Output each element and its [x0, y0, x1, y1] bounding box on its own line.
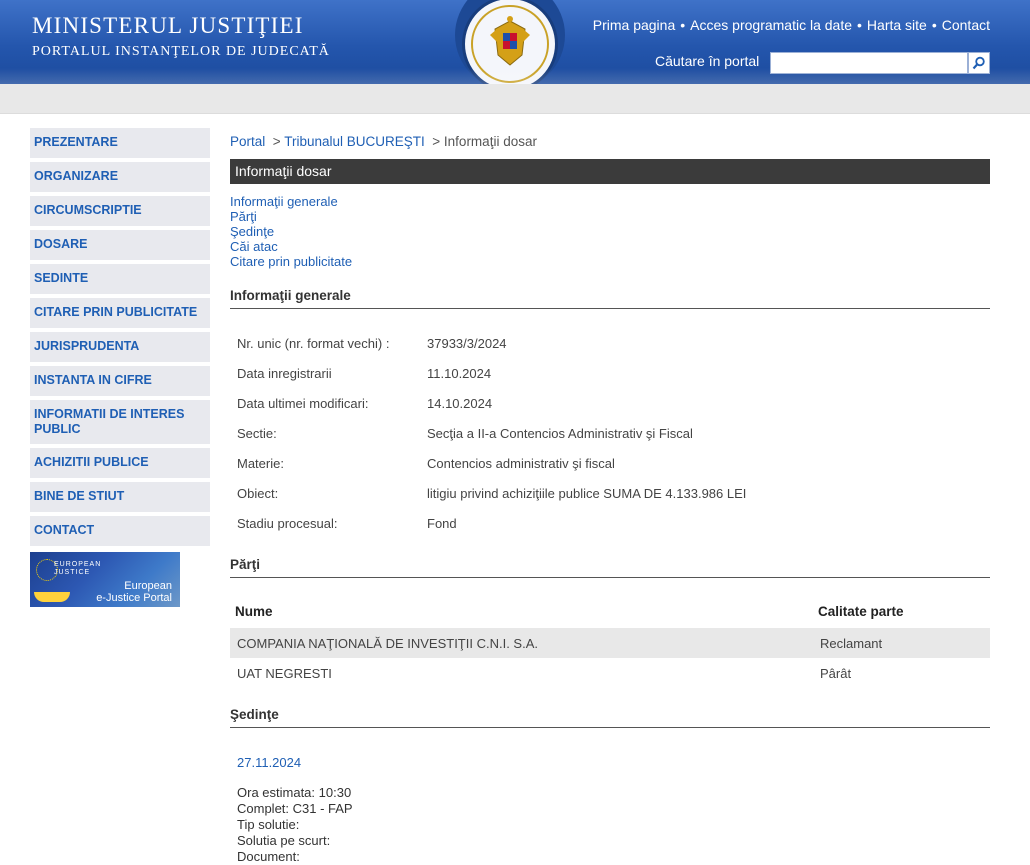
link-parti[interactable]: Părţi	[230, 209, 352, 224]
search-input[interactable]	[770, 52, 968, 74]
sidebar-item-organizare[interactable]: ORGANIZARE	[30, 162, 210, 192]
section-title-sedinte: Şedinţe	[230, 707, 990, 728]
col-header-nume: Nume	[235, 604, 273, 619]
section-links: Informaţii generale Părţi Şedinţe Căi at…	[230, 194, 352, 269]
sidebar-item-dosare[interactable]: DOSARE	[30, 230, 210, 260]
sidebar-item-bine-de-stiut[interactable]: BINE DE STIUT	[30, 482, 210, 512]
sidebar-item-citare[interactable]: CITARE PRIN PUBLICITATE	[30, 298, 210, 328]
nav-harta-site[interactable]: Harta site	[867, 17, 927, 33]
search-button[interactable]	[968, 52, 990, 74]
banner-line1b: JUSTICE	[54, 569, 91, 576]
table-row: COMPANIA NAŢIONALĂ DE INVESTIŢII C.N.I. …	[230, 628, 990, 658]
top-navigation: Prima pagina • Acces programatic la date • H…	[592, 17, 990, 33]
col-header-calitate: Calitate parte	[818, 604, 904, 619]
sidebar-item-prezentare[interactable]: PREZENTARE	[30, 128, 210, 158]
e-justice-banner[interactable]: EUROPEAN JUSTICE European e-Justice Portal	[30, 552, 180, 607]
sidebar-menu: PREZENTARE ORGANIZARE CIRCUMSCRIPTIE DOS…	[30, 128, 210, 550]
nav-contact[interactable]: Contact	[942, 17, 990, 33]
link-cai-atac[interactable]: Căi atac	[230, 239, 352, 254]
search-label: Căutare în portal	[655, 53, 760, 69]
banner-line1: EUROPEAN	[54, 561, 102, 568]
section-title-info: Informaţii generale	[230, 288, 990, 309]
link-citare-publicitate[interactable]: Citare prin publicitate	[230, 254, 352, 269]
sedinta-details: Ora estimata: 10:30 Complet: C31 - FAP T…	[237, 785, 353, 864]
sidebar-item-jurisprudenta[interactable]: JURISPRUDENTA	[30, 332, 210, 362]
site-subtitle: PORTALUL INSTANŢELOR DE JUDECATĂ	[32, 44, 330, 59]
emblem-logo[interactable]	[462, 0, 558, 84]
sidebar-item-informatii-interes-public[interactable]: INFORMATII DE INTERES PUBLIC	[30, 400, 210, 444]
nav-acces-programatic[interactable]: Acces programatic la date	[690, 17, 852, 33]
breadcrumb-portal[interactable]: Portal	[230, 134, 265, 149]
table-row: UAT NEGRESTI Pârât	[237, 666, 852, 681]
link-informatii-generale[interactable]: Informaţii generale	[230, 194, 352, 209]
sidebar-item-instanta-in-cifre[interactable]: INSTANTA IN CIFRE	[30, 366, 210, 396]
site-title: MINISTERUL JUSTIŢIEI	[32, 13, 304, 38]
sidebar-item-sedinte[interactable]: SEDINTE	[30, 264, 210, 294]
search-icon	[972, 56, 985, 70]
breadcrumb: Portal > Tribunalul BUCUREŞTI > Informaţ…	[230, 134, 537, 149]
sidebar-item-circumscriptie[interactable]: CIRCUMSCRIPTIE	[30, 196, 210, 226]
sidebar-item-contact[interactable]: CONTACT	[30, 516, 210, 546]
breadcrumb-tribunal[interactable]: Tribunalul BUCUREŞTI	[284, 134, 425, 149]
breadcrumb-current: Informaţii dosar	[443, 134, 537, 149]
coat-of-arms-icon	[471, 5, 549, 83]
sedinta-date: 27.11.2024	[237, 755, 302, 770]
banner-line3: e-Justice Portal	[96, 592, 172, 604]
page-title: Informaţii dosar	[230, 159, 990, 184]
section-title-parti: Părţi	[230, 557, 990, 578]
link-sedinte[interactable]: Şedinţe	[230, 224, 352, 239]
scale-icon	[34, 592, 70, 602]
site-header: MINISTERUL JUSTIŢIEI PORTALUL INSTANŢELO…	[0, 0, 1030, 84]
banner-line2: European	[124, 580, 172, 592]
nav-prima-pagina[interactable]: Prima pagina	[593, 17, 676, 33]
header-grey-bar	[0, 84, 1030, 114]
sidebar-item-achizitii-publice[interactable]: ACHIZITII PUBLICE	[30, 448, 210, 478]
